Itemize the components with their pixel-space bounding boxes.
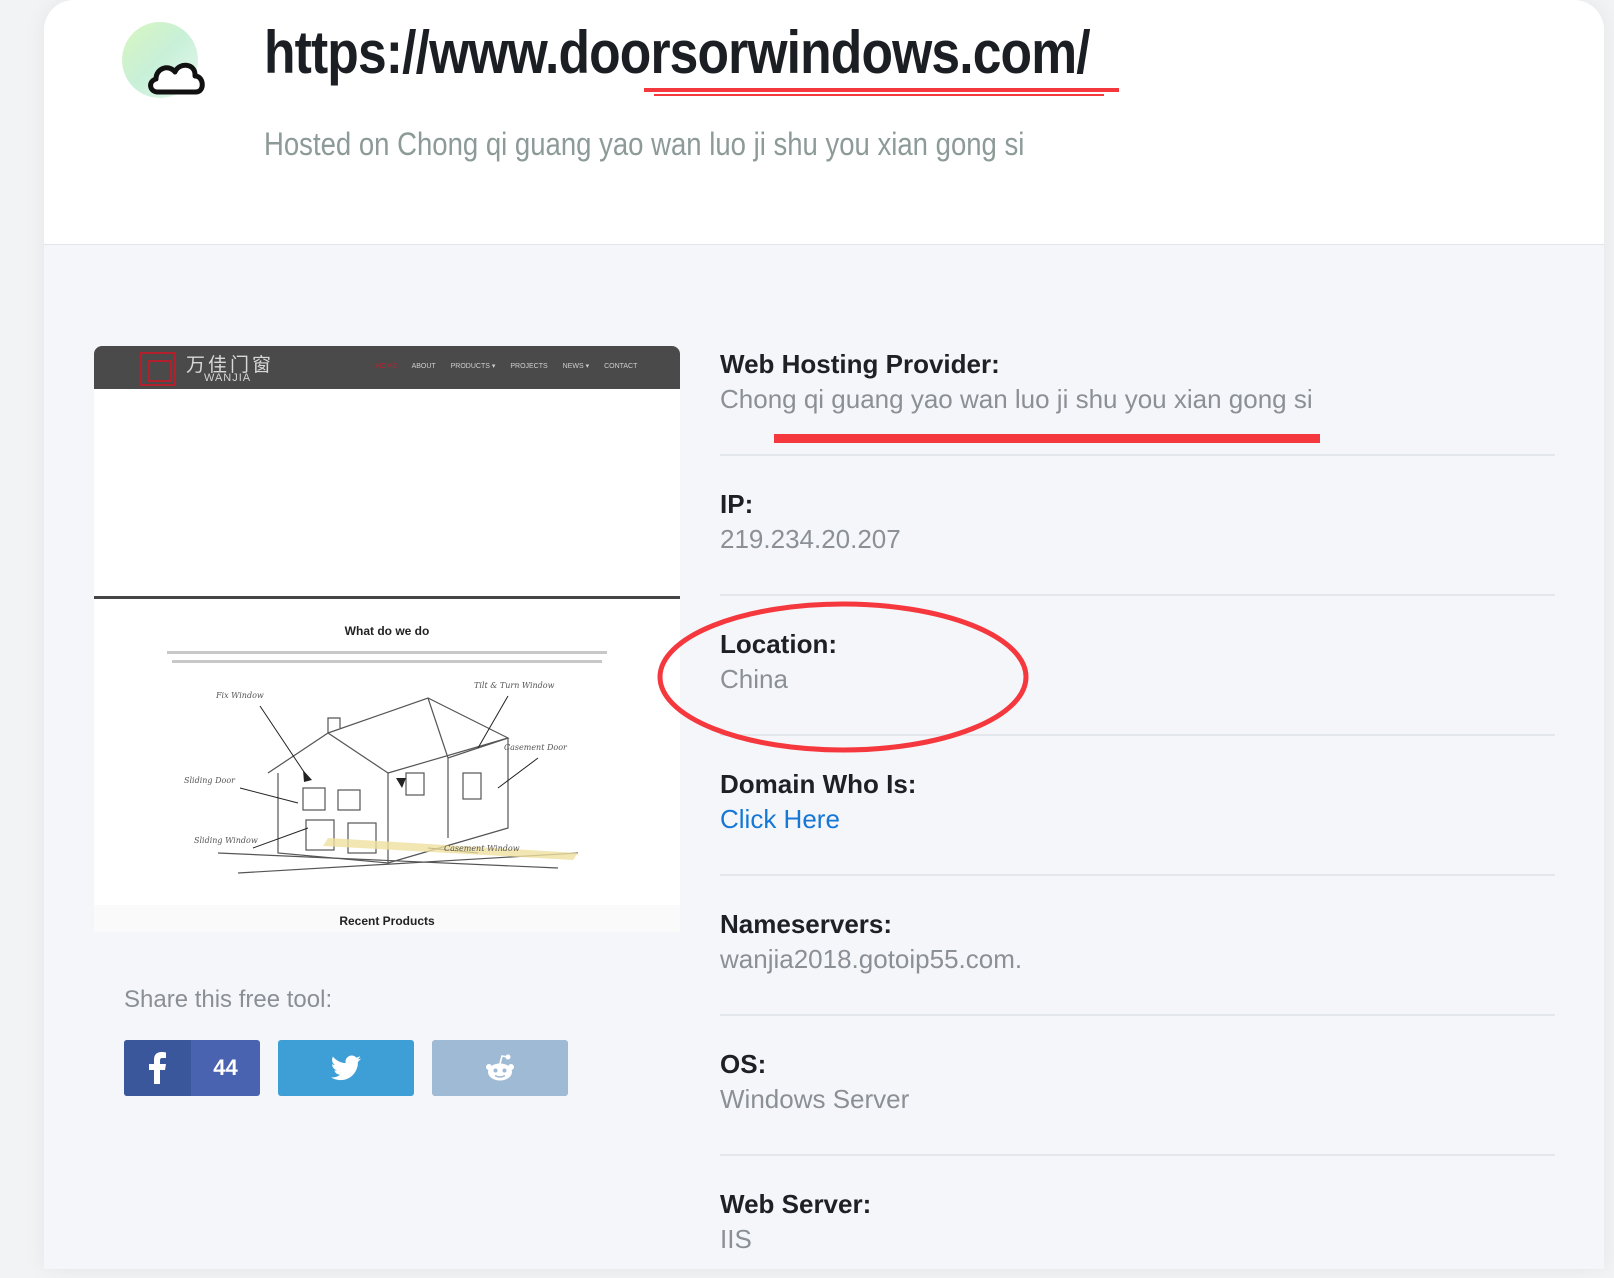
facebook-share-button[interactable]: 44 xyxy=(124,1040,260,1096)
preview-hero xyxy=(94,389,680,599)
info-label: Web Server: xyxy=(720,1189,872,1219)
info-value-os: Windows Server xyxy=(720,1084,910,1114)
info-value-ip: 219.234.20.207 xyxy=(720,524,901,554)
website-preview: 万佳门窗 WANJIA HOME ABOUT PRODUCTS ▾ PROJEC… xyxy=(94,346,680,932)
hosted-on-subtitle: Hosted on Chong qi guang yao wan luo ji … xyxy=(264,126,1025,162)
preview-brand: WANJIA xyxy=(204,372,252,384)
preview-section-title: What do we do xyxy=(344,624,430,638)
facebook-icon xyxy=(149,1052,166,1084)
info-value-hosting-provider: Chong qi guang yao wan luo ji shu you xi… xyxy=(720,384,1313,414)
preview-label: Casement Window xyxy=(444,844,520,853)
house-sketch-image xyxy=(217,695,579,874)
info-label: Domain Who Is: xyxy=(720,769,917,799)
preview-description xyxy=(160,648,614,669)
preview-menu-item: HOME xyxy=(376,363,397,370)
preview-label: Sliding Window xyxy=(194,836,258,845)
cloud-icon xyxy=(148,62,205,95)
annotation-underline-provider xyxy=(774,434,1320,443)
preview-menu-item: CONTACT xyxy=(604,363,638,370)
info-label: Web Hosting Provider: xyxy=(720,349,1000,379)
preview-label: Casement Door xyxy=(504,743,567,752)
reddit-icon xyxy=(486,1054,514,1081)
annotation-circle-location xyxy=(657,601,1029,753)
info-label: IP: xyxy=(720,489,754,519)
preview-logo-icon xyxy=(140,352,176,386)
facebook-share-count: 44 xyxy=(213,1055,238,1080)
preview-brand-cn: 万佳门窗 xyxy=(186,354,275,376)
annotation-underline-url xyxy=(644,88,1119,96)
site-url: https://www.doorsorwindows.com/ xyxy=(264,19,1091,86)
info-item-os: OS: Windows Server xyxy=(720,1048,1555,1156)
info-label: Nameservers: xyxy=(720,909,893,939)
preview-label: Tilt & Turn Window xyxy=(474,681,555,690)
preview-menu-item: ABOUT xyxy=(411,363,436,370)
reddit-share-button[interactable] xyxy=(432,1040,568,1096)
preview-menu: HOME ABOUT PRODUCTS ▾ PROJECTS NEWS ▾ CO… xyxy=(376,362,650,370)
preview-menu-item: NEWS ▾ xyxy=(562,363,590,370)
info-item-web-server: Web Server: IIS xyxy=(720,1188,1555,1278)
preview-recent-products: Recent Products xyxy=(339,914,435,928)
preview-menu-item: PROJECTS xyxy=(510,363,548,370)
preview-label: Fix Window xyxy=(216,691,264,700)
twitter-icon xyxy=(331,1055,361,1081)
preview-navbar: 万佳门窗 WANJIA HOME ABOUT PRODUCTS ▾ PROJEC… xyxy=(94,346,680,389)
info-item-nameservers: Nameservers: wanjia2018.gotoip55.com. xyxy=(720,908,1555,1016)
whois-click-here-link[interactable]: Click Here xyxy=(720,800,1555,838)
info-value-web-server: IIS xyxy=(720,1224,752,1254)
share-label: Share this free tool: xyxy=(124,986,333,1013)
info-value-nameservers: wanjia2018.gotoip55.com. xyxy=(720,944,1023,974)
preview-menu-item: PRODUCTS ▾ xyxy=(450,363,496,370)
preview-label: Sliding Door xyxy=(184,776,235,785)
info-item-ip: IP: 219.234.20.207 xyxy=(720,488,1555,596)
info-item-domain-whois: Domain Who Is: Click Here xyxy=(720,768,1555,876)
info-label: OS: xyxy=(720,1049,767,1079)
twitter-share-button[interactable] xyxy=(278,1040,414,1096)
